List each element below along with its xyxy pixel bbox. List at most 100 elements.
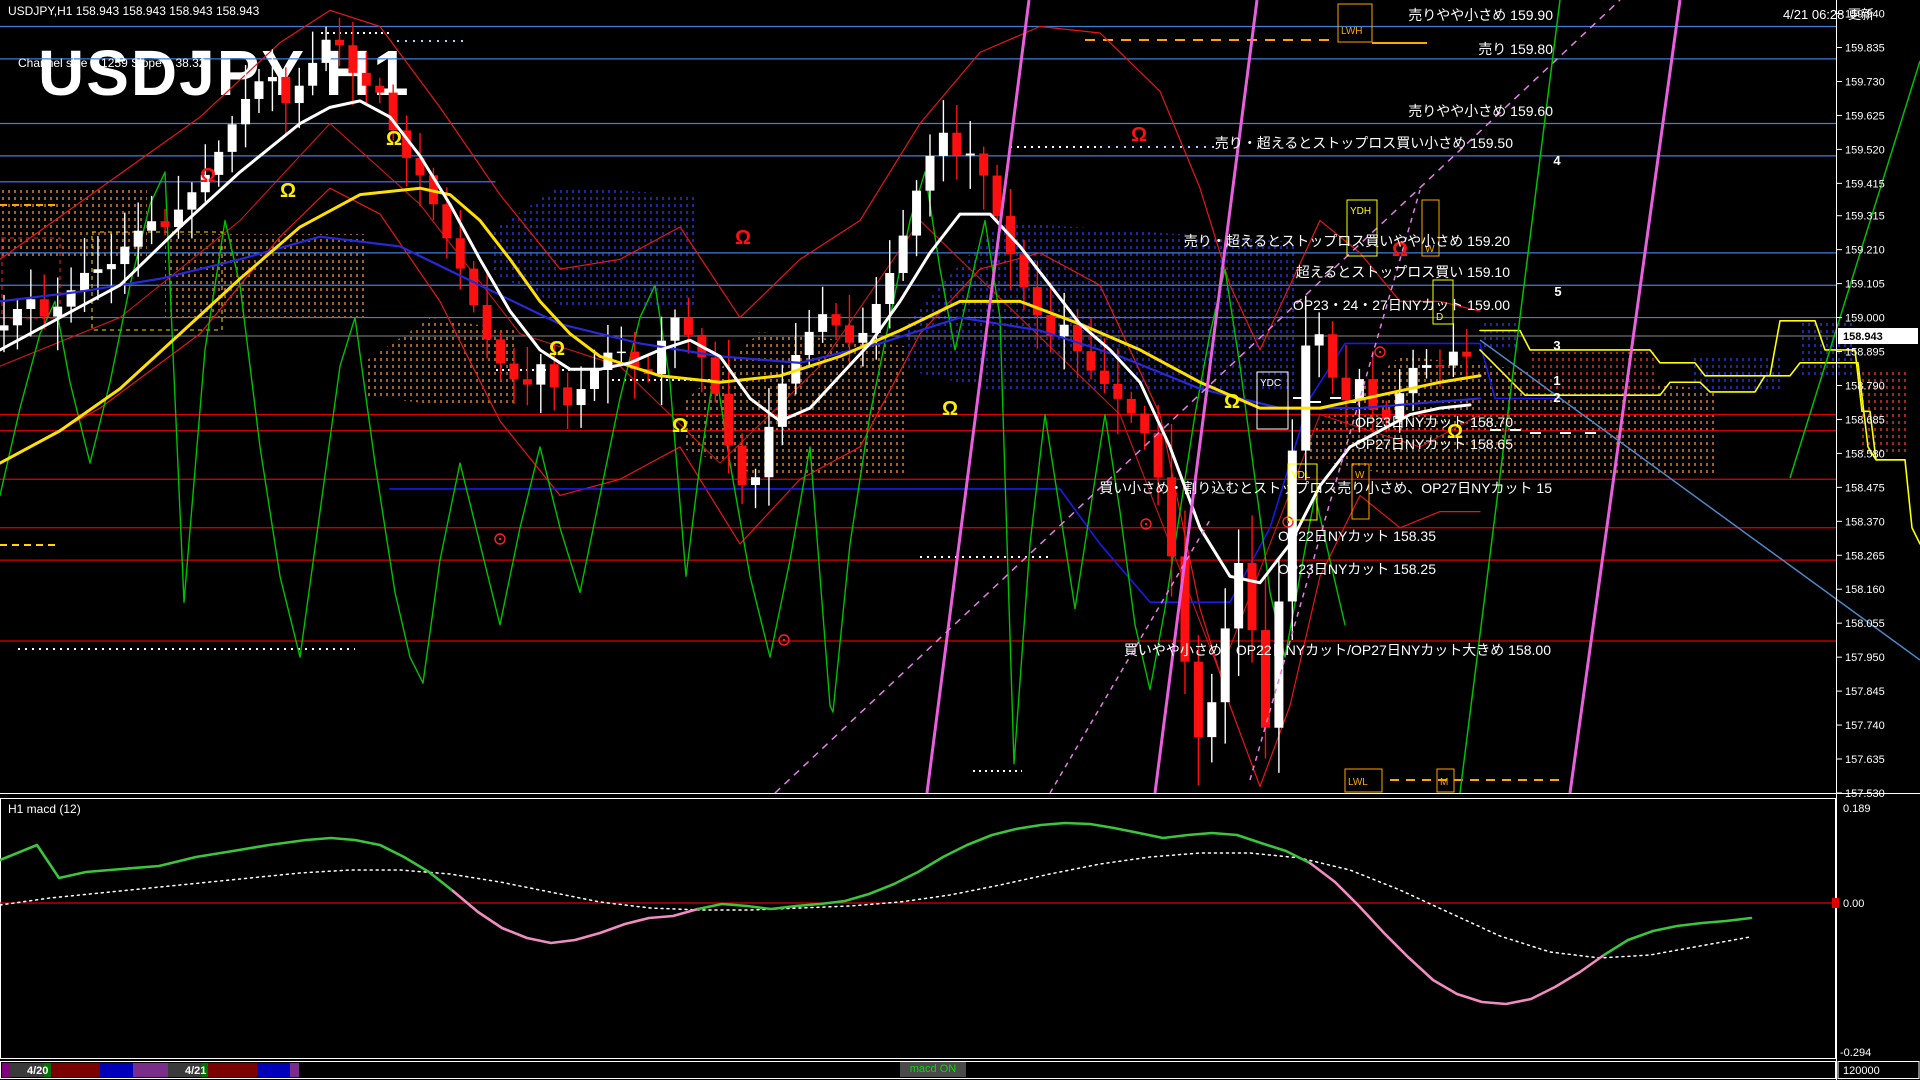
price-tick-label: 159.000: [1845, 313, 1885, 325]
candle: [832, 314, 841, 325]
candle: [1100, 371, 1109, 384]
price-tick-label: 157.950: [1845, 652, 1885, 664]
svg-text:-0.294: -0.294: [1840, 1047, 1871, 1059]
price-tick-label: 158.160: [1845, 584, 1885, 596]
level-annotation: 売りやや小さめ 159.90: [1408, 7, 1553, 23]
price-tick-label: 158.580: [1845, 448, 1885, 460]
candle: [818, 314, 827, 332]
buy-marker-icon: Ω: [672, 415, 688, 437]
candle: [1449, 352, 1458, 366]
candle: [1368, 379, 1377, 410]
svg-text:0.189: 0.189: [1843, 803, 1871, 815]
main-chart-canvas[interactable]: ΩΩΩΩΩΩΩΩΩΩΩLWHYDHWDYDCYDLWLWLM45312売りやや小…: [0, 0, 1920, 1080]
candle: [1355, 379, 1364, 400]
price-tick-label: 158.055: [1845, 618, 1885, 630]
level-annotation: 買い小さめ・割り込むとストップロス売り小さめ、OP27日NYカット 15: [1099, 480, 1552, 496]
candle: [885, 273, 894, 304]
candle: [483, 305, 492, 339]
candle: [456, 238, 465, 268]
price-tick-label: 159.730: [1845, 76, 1885, 88]
buy-marker-icon: Ω: [549, 338, 565, 360]
candle: [1060, 325, 1069, 337]
candle: [241, 99, 250, 124]
session-box-label: LWL: [1348, 777, 1368, 788]
candle: [845, 325, 854, 342]
candle: [523, 379, 532, 384]
macd-panel: 0.189 0.00 -0.294: [0, 794, 1920, 1060]
candle: [671, 318, 680, 341]
timeline-segment: [257, 1063, 290, 1077]
price-tick-label: 158.475: [1845, 482, 1885, 494]
volume-scale-label: 120000: [1843, 1065, 1880, 1077]
candle: [751, 477, 760, 485]
candle: [1234, 563, 1243, 628]
candle: [617, 352, 626, 354]
candle: [979, 154, 988, 176]
svg-text:0.00: 0.00: [1843, 898, 1864, 910]
candle: [1019, 254, 1028, 287]
level-annotation: 買いやや小さめ、OP22日NYカット/OP27日NYカット大きめ 158.00: [1124, 642, 1551, 658]
price-tick-label: 157.635: [1845, 754, 1885, 766]
candle: [1073, 325, 1082, 351]
candle: [322, 40, 331, 63]
timeline-segment: [208, 1063, 257, 1077]
candle: [1274, 601, 1283, 727]
candle: [1435, 365, 1444, 367]
level-annotation: 売り・超えるとストップロス買い小さめ 159.50: [1215, 135, 1514, 151]
candle: [993, 176, 1002, 217]
candle: [966, 154, 975, 156]
timeline-segment: [100, 1063, 133, 1077]
level-annotation: OP22日NYカット 158.35: [1278, 528, 1436, 544]
candle: [1113, 384, 1122, 399]
candle: [308, 63, 317, 86]
session-box-label: D: [1436, 312, 1443, 323]
macd-toggle-button[interactable]: macd ON: [900, 1062, 966, 1077]
chart-window: USDJPY H1 ΩΩΩΩΩΩΩΩΩΩΩLWHYDHWDYDCYDLWLWLM…: [0, 0, 1920, 1080]
candle: [899, 236, 908, 273]
session-box-label: YDH: [1350, 206, 1371, 217]
price-tick-label: 157.740: [1845, 720, 1885, 732]
level-annotation: OP23日NYカット 158.70: [1355, 414, 1513, 430]
price-axis[interactable]: 159.940159.835159.730159.625159.520159.4…: [1836, 0, 1918, 1080]
candle: [281, 77, 290, 103]
timeline-date-label: 4/20: [27, 1065, 48, 1077]
candle: [295, 86, 304, 103]
level-annotation: 超えるとストップロス買い 159.10: [1296, 264, 1511, 280]
candle: [40, 299, 49, 316]
candle: [577, 389, 586, 405]
price-tick-label: 158.895: [1845, 347, 1885, 359]
candle: [1140, 414, 1149, 434]
candle: [147, 221, 156, 230]
candle: [536, 364, 545, 384]
candle: [912, 191, 921, 236]
candle: [1207, 702, 1216, 737]
candle: [939, 133, 948, 156]
candle: [228, 124, 237, 152]
candle: [268, 77, 277, 81]
svg-text:2: 2: [1553, 390, 1560, 405]
price-tick-label: 158.790: [1845, 380, 1885, 392]
candle: [1328, 334, 1337, 377]
cloud-patch: [165, 234, 367, 318]
price-tick-label: 157.845: [1845, 686, 1885, 698]
candle: [335, 40, 344, 46]
candle: [711, 357, 720, 393]
ohlc-status-line: USDJPY,H1 158.943 158.943 158.943 158.94…: [8, 4, 259, 18]
candle: [724, 394, 733, 446]
candle: [362, 73, 371, 86]
svg-text:3: 3: [1553, 338, 1560, 353]
cloud-patch: [490, 186, 698, 306]
candle: [590, 370, 599, 389]
price-tick-label: 159.415: [1845, 178, 1885, 190]
candle: [93, 269, 102, 273]
buy-marker-icon: Ω: [942, 398, 958, 420]
candle: [764, 427, 773, 477]
macd-indicator-label: H1 macd (12): [8, 802, 81, 816]
level-annotation: OP23日NYカット 158.25: [1278, 561, 1436, 577]
candle: [858, 333, 867, 343]
candle: [952, 133, 961, 156]
candle: [925, 156, 934, 191]
timeline-segment: [290, 1063, 299, 1077]
candle: [134, 231, 143, 247]
candle: [1315, 334, 1324, 345]
